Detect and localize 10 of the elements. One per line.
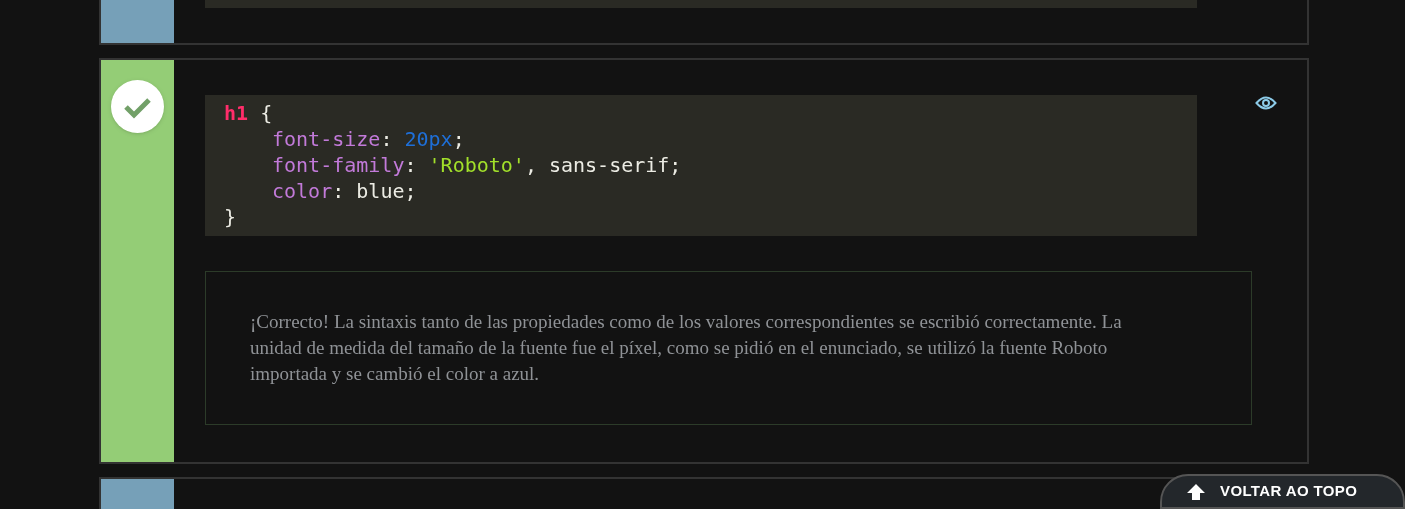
eye-icon[interactable] [1255,95,1277,111]
code-line: h1 { [224,100,274,126]
code-line: } [224,204,238,230]
code-line: font-size: 20px; [271,126,466,152]
code-line: color: blue; [271,178,418,204]
check-circle-icon [110,80,164,133]
code-line: font-family: 'Roboto', sans-serif; [271,152,683,178]
up-arrow-icon [1186,482,1206,501]
feedback-text: ¡Correcto! La sintaxis tanto de las propiedades como de los valores correspondientes se escribió correctamente. La unidad de medida del tamaño de la fuente fue el píxel, como se pidió en el enunciado, se utilizó la fuente Roboto importada y se cambió el color a azul. [250,310,1123,386]
back-to-top-button[interactable]: VOLTAR AO TOPO [1160,474,1405,509]
